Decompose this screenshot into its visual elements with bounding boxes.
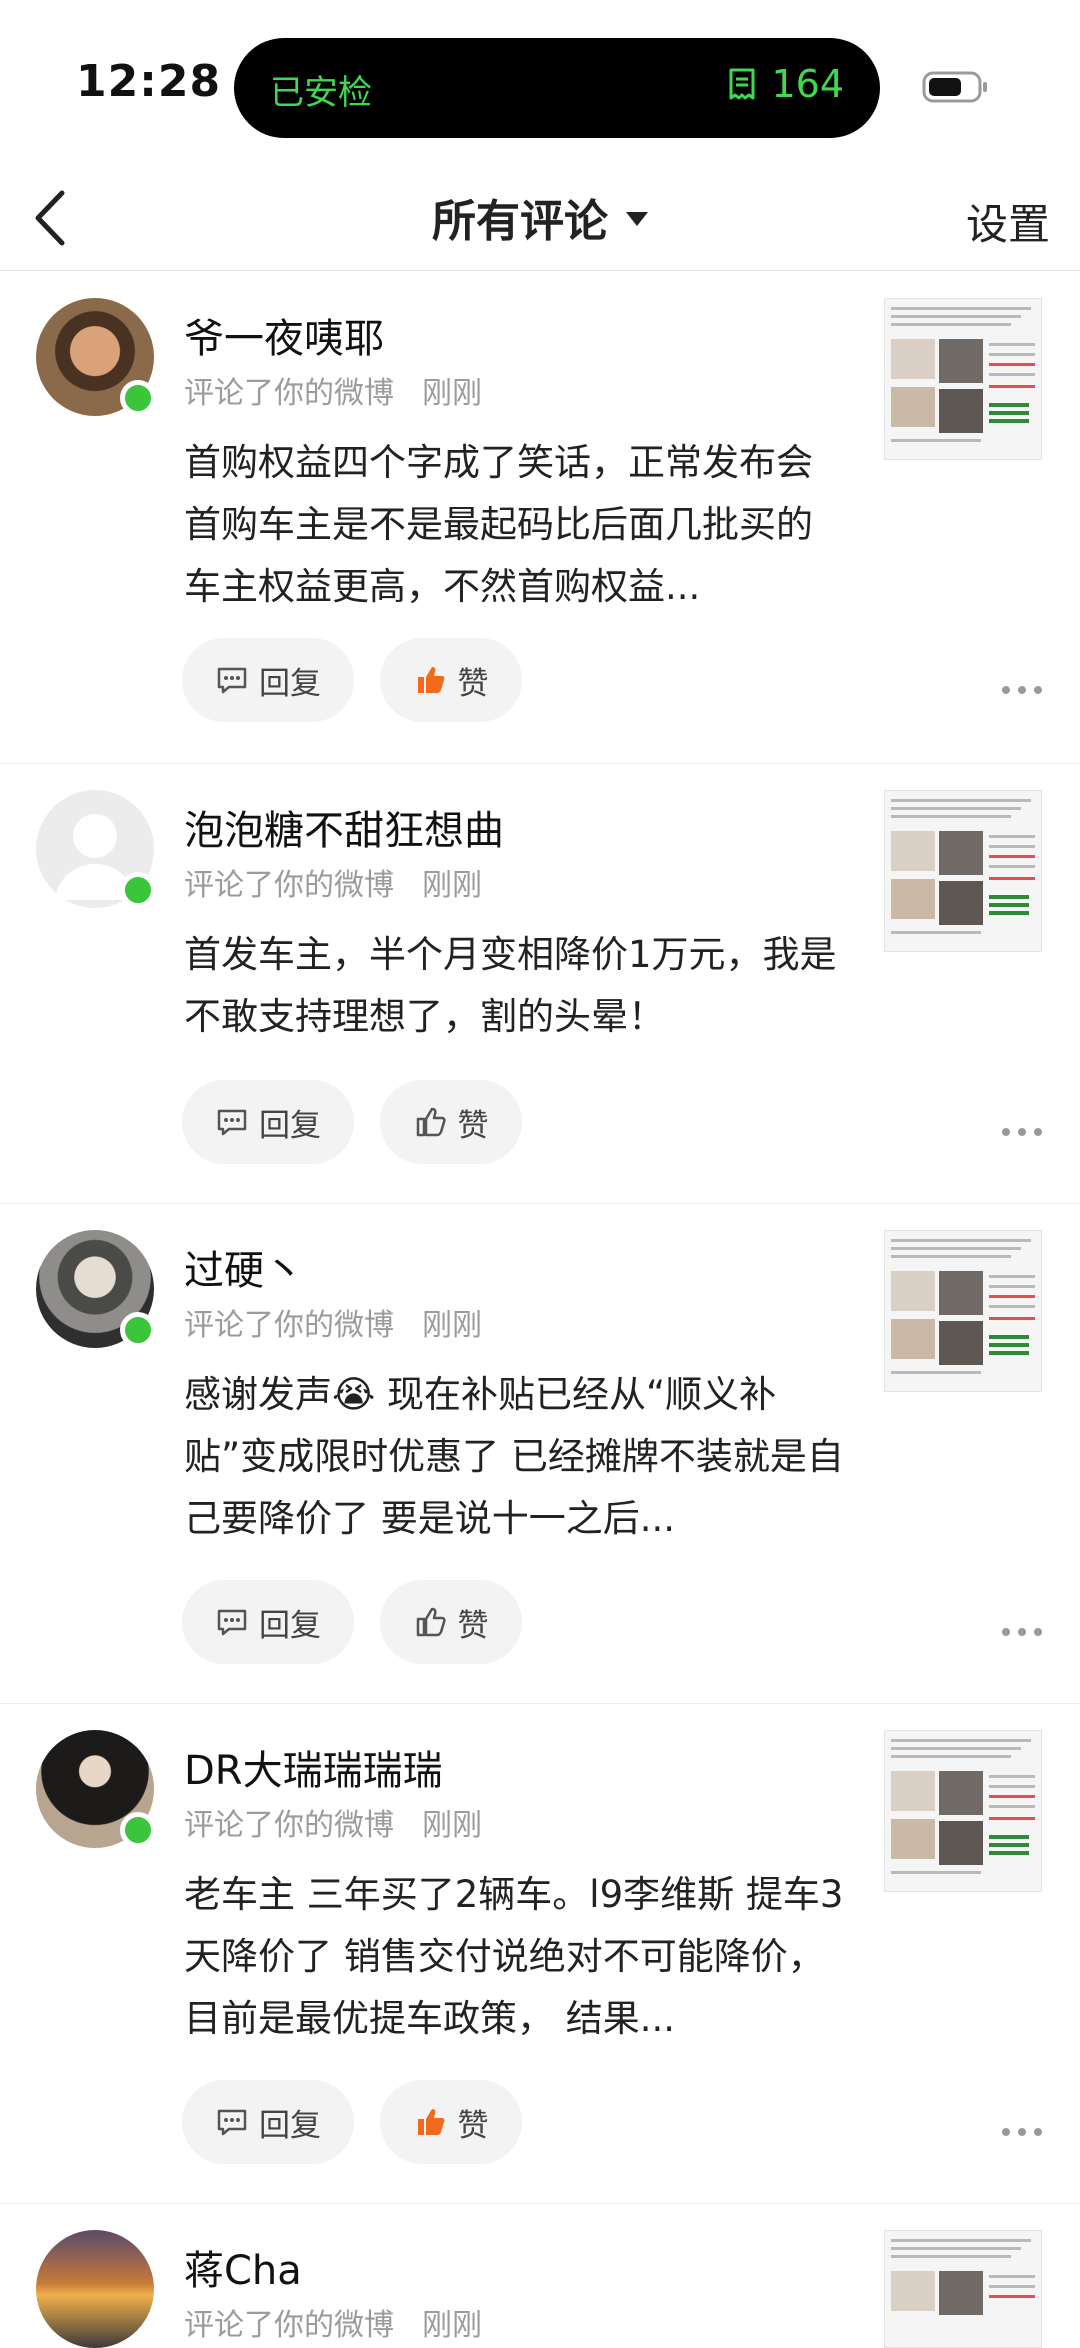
comment-item[interactable]: 爷一夜咦耶 评论了你的微博 刚刚 首购权益四个字成了笑话，正常发布会首购车主是不是…: [0, 272, 1080, 764]
nav-bar: 所有评论 设置: [0, 165, 1080, 271]
more-options-icon[interactable]: [1002, 2125, 1042, 2139]
comment-text[interactable]: 首购权益四个字成了笑话，正常发布会首购车主是不是最起码比后面几批买的车主权益更高…: [184, 432, 844, 618]
island-status-text: 已安检: [270, 73, 372, 113]
comment-action: 评论了你的微博: [184, 1308, 394, 1343]
like-label: 赞: [457, 1107, 489, 1144]
post-thumbnail[interactable]: [884, 1730, 1042, 1892]
like-label: 赞: [457, 2107, 489, 2144]
comment-action: 评论了你的微博: [184, 2308, 394, 2343]
thumbs-up-icon-active: [417, 2109, 444, 2135]
comment-time: 刚刚: [422, 868, 482, 903]
reply-label: 回复: [259, 2107, 321, 2144]
comment-bubble-icon: [217, 1109, 247, 1136]
online-indicator: [120, 872, 156, 908]
battery-icon: [922, 71, 987, 103]
post-thumbnail[interactable]: [884, 1230, 1042, 1392]
comment-item[interactable]: 过硬丶 评论了你的微博 刚刚 感谢发声😭 现在补贴已经从“顺义补贴”变成限时优惠了…: [0, 1204, 1080, 1704]
comment-item[interactable]: 泡泡糖不甜狂想曲 评论了你的微博 刚刚 首发车主，半个月变相降价1万元，我是不敢支…: [0, 764, 1080, 1204]
island-count: 164: [771, 62, 844, 106]
comment-action: 评论了你的微博: [184, 376, 394, 411]
commenter-name[interactable]: 蒋Cha: [184, 2238, 302, 2296]
reply-button[interactable]: 回复: [182, 1580, 354, 1664]
online-indicator: [120, 1812, 156, 1848]
settings-button[interactable]: 设置: [966, 191, 1050, 252]
comment-meta: 评论了你的微博 刚刚: [184, 368, 482, 412]
reply-button[interactable]: 回复: [182, 2080, 354, 2164]
comment-bubble-icon: [217, 2109, 247, 2136]
comment-time: 刚刚: [422, 376, 482, 411]
comment-action: 评论了你的微博: [184, 868, 394, 903]
status-bar: 12:28 已安检 164: [0, 0, 1080, 165]
post-thumbnail[interactable]: [884, 790, 1042, 952]
comment-meta: 评论了你的微博 刚刚: [184, 1800, 482, 1844]
reply-button[interactable]: 回复: [182, 638, 354, 722]
comment-action: 评论了你的微博: [184, 1808, 394, 1843]
like-button[interactable]: 赞: [380, 2080, 522, 2164]
post-thumbnail[interactable]: [884, 298, 1042, 460]
thumbs-up-icon: [416, 1107, 446, 1137]
reply-button[interactable]: 回复: [182, 1080, 354, 1164]
like-label: 赞: [457, 665, 489, 702]
caret-down-icon: [626, 212, 648, 226]
reply-label: 回复: [259, 1607, 321, 1644]
thumbs-up-icon: [416, 1607, 446, 1637]
more-options-icon[interactable]: [1002, 1125, 1042, 1139]
like-button[interactable]: 赞: [380, 1580, 522, 1664]
island-counter: 164: [725, 62, 844, 106]
comment-item[interactable]: 蒋Cha 评论了你的微博 刚刚: [0, 2204, 1080, 2348]
status-time: 12:28: [76, 56, 222, 107]
commenter-name[interactable]: 过硬丶: [184, 1238, 304, 1296]
comment-text[interactable]: 首发车主，半个月变相降价1万元，我是不敢支持理想了，割的头晕！: [184, 924, 844, 1048]
like-button[interactable]: 赞: [380, 1080, 522, 1164]
like-button[interactable]: 赞: [380, 638, 522, 722]
comment-item[interactable]: DR大瑞瑞瑞瑞 评论了你的微博 刚刚 老车主 三年买了2辆车。l9李维斯 提车3天…: [0, 1704, 1080, 2204]
thumbs-up-icon-active: [417, 667, 444, 693]
like-label: 赞: [457, 1607, 489, 1644]
more-options-icon[interactable]: [1002, 683, 1042, 697]
comment-time: 刚刚: [422, 1308, 482, 1343]
comment-meta: 评论了你的微博 刚刚: [184, 2300, 482, 2344]
comment-text[interactable]: 老车主 三年买了2辆车。l9李维斯 提车3天降价了 销售交付说绝对不可能降价，目…: [184, 1864, 844, 2050]
avatar[interactable]: [36, 2230, 154, 2348]
reply-label: 回复: [259, 665, 321, 702]
comments-filter-dropdown[interactable]: 所有评论: [0, 185, 1080, 249]
post-thumbnail[interactable]: [884, 2230, 1042, 2348]
commenter-name[interactable]: DR大瑞瑞瑞瑞: [184, 1738, 443, 1796]
commenter-name[interactable]: 泡泡糖不甜狂想曲: [184, 798, 504, 856]
comment-bubble-icon: [217, 667, 247, 694]
comment-list: 爷一夜咦耶 评论了你的微博 刚刚 首购权益四个字成了笑话，正常发布会首购车主是不是…: [0, 272, 1080, 2348]
online-indicator: [120, 380, 156, 416]
receipt-icon: [729, 68, 755, 100]
comment-time: 刚刚: [422, 2308, 482, 2343]
comment-bubble-icon: [217, 1609, 247, 1636]
online-indicator: [120, 1312, 156, 1348]
comment-time: 刚刚: [422, 1808, 482, 1843]
comment-text[interactable]: 感谢发声😭 现在补贴已经从“顺义补贴”变成限时优惠了 已经摊牌不装就是自己要降价…: [184, 1364, 844, 1550]
reply-label: 回复: [259, 1107, 321, 1144]
comment-meta: 评论了你的微博 刚刚: [184, 1300, 482, 1344]
page-title: 所有评论: [432, 196, 608, 247]
more-options-icon[interactable]: [1002, 1625, 1042, 1639]
commenter-name[interactable]: 爷一夜咦耶: [184, 306, 384, 364]
dynamic-island[interactable]: 已安检 164: [234, 38, 880, 138]
comment-meta: 评论了你的微博 刚刚: [184, 860, 482, 904]
